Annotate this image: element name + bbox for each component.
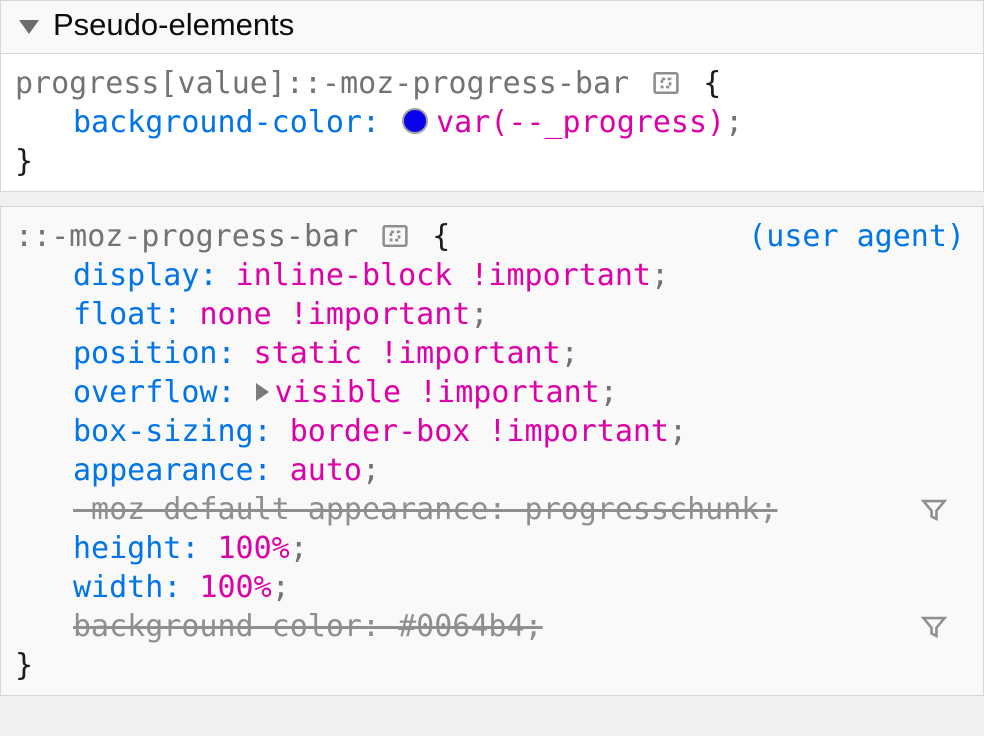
declaration[interactable]: width: 100%; (15, 568, 969, 607)
color-swatch-icon[interactable] (402, 108, 428, 134)
selector-line: progress[value]::-moz-progress-bar { (15, 64, 969, 103)
property-name[interactable]: width (73, 568, 163, 607)
declaration-list: display: inline-block !important;float: … (15, 256, 969, 646)
expand-shorthand-icon[interactable] (256, 383, 269, 401)
funnel-icon[interactable] (921, 497, 947, 523)
selector-text[interactable]: ::-moz-progress-bar (15, 219, 358, 254)
rules-panel-ua: (user agent) ::-moz-progress-bar { displ… (0, 206, 984, 696)
property-value[interactable]: inline-block !important (236, 256, 651, 295)
property-name[interactable]: -moz-default-appearance (73, 490, 488, 529)
property-name[interactable]: background-color (73, 607, 362, 646)
property-value[interactable]: auto (290, 451, 362, 490)
property-name[interactable]: appearance (73, 451, 254, 490)
property-name[interactable]: background-color (73, 103, 362, 142)
property-value[interactable]: 100% (218, 529, 290, 568)
close-brace: } (15, 142, 969, 181)
property-name[interactable]: height (73, 529, 181, 568)
funnel-icon[interactable] (921, 614, 947, 640)
property-name[interactable]: box-sizing (73, 412, 254, 451)
declaration[interactable]: display: inline-block !important; (15, 256, 969, 295)
collapse-triangle-icon[interactable] (19, 20, 39, 34)
declaration[interactable]: box-sizing: border-box !important; (15, 412, 969, 451)
section-header[interactable]: Pseudo-elements (1, 1, 983, 54)
origin-label: (user agent) (748, 217, 965, 256)
property-value[interactable]: static !important (254, 334, 561, 373)
property-value[interactable]: none !important (199, 295, 470, 334)
property-value[interactable]: border-box !important (290, 412, 669, 451)
property-value[interactable]: 100% (199, 568, 271, 607)
declaration[interactable]: background-color: var(--_progress); (15, 103, 969, 142)
declaration[interactable]: background-color: #0064b4; (15, 607, 969, 646)
property-name[interactable]: float (73, 295, 163, 334)
close-brace: } (15, 646, 969, 685)
open-brace: { (432, 219, 450, 254)
section-title: Pseudo-elements (53, 7, 294, 43)
declaration[interactable]: height: 100%; (15, 529, 969, 568)
declaration[interactable]: overflow: visible !important; (15, 373, 969, 412)
rules-panel: Pseudo-elements progress[value]::-moz-pr… (0, 0, 984, 192)
declaration[interactable]: appearance: auto; (15, 451, 969, 490)
property-value[interactable]: progresschunk (525, 490, 760, 529)
property-name[interactable]: position (73, 334, 218, 373)
declaration[interactable]: position: static !important; (15, 334, 969, 373)
declaration[interactable]: -moz-default-appearance: progresschunk; (15, 490, 969, 529)
flex-highlight-icon[interactable] (382, 223, 408, 249)
selector-text[interactable]: progress[value]::-moz-progress-bar (15, 66, 629, 101)
property-value[interactable]: visible !important (275, 373, 600, 412)
rule-block-author: progress[value]::-moz-progress-bar { bac… (1, 54, 983, 191)
property-name[interactable]: overflow (73, 373, 218, 412)
open-brace: { (703, 66, 721, 101)
property-value[interactable]: var(--_progress) (436, 103, 725, 142)
property-name[interactable]: display (73, 256, 199, 295)
property-value[interactable]: #0064b4 (398, 607, 524, 646)
flex-highlight-icon[interactable] (653, 70, 679, 96)
declaration[interactable]: float: none !important; (15, 295, 969, 334)
rule-block-user-agent: (user agent) ::-moz-progress-bar { displ… (1, 207, 983, 695)
